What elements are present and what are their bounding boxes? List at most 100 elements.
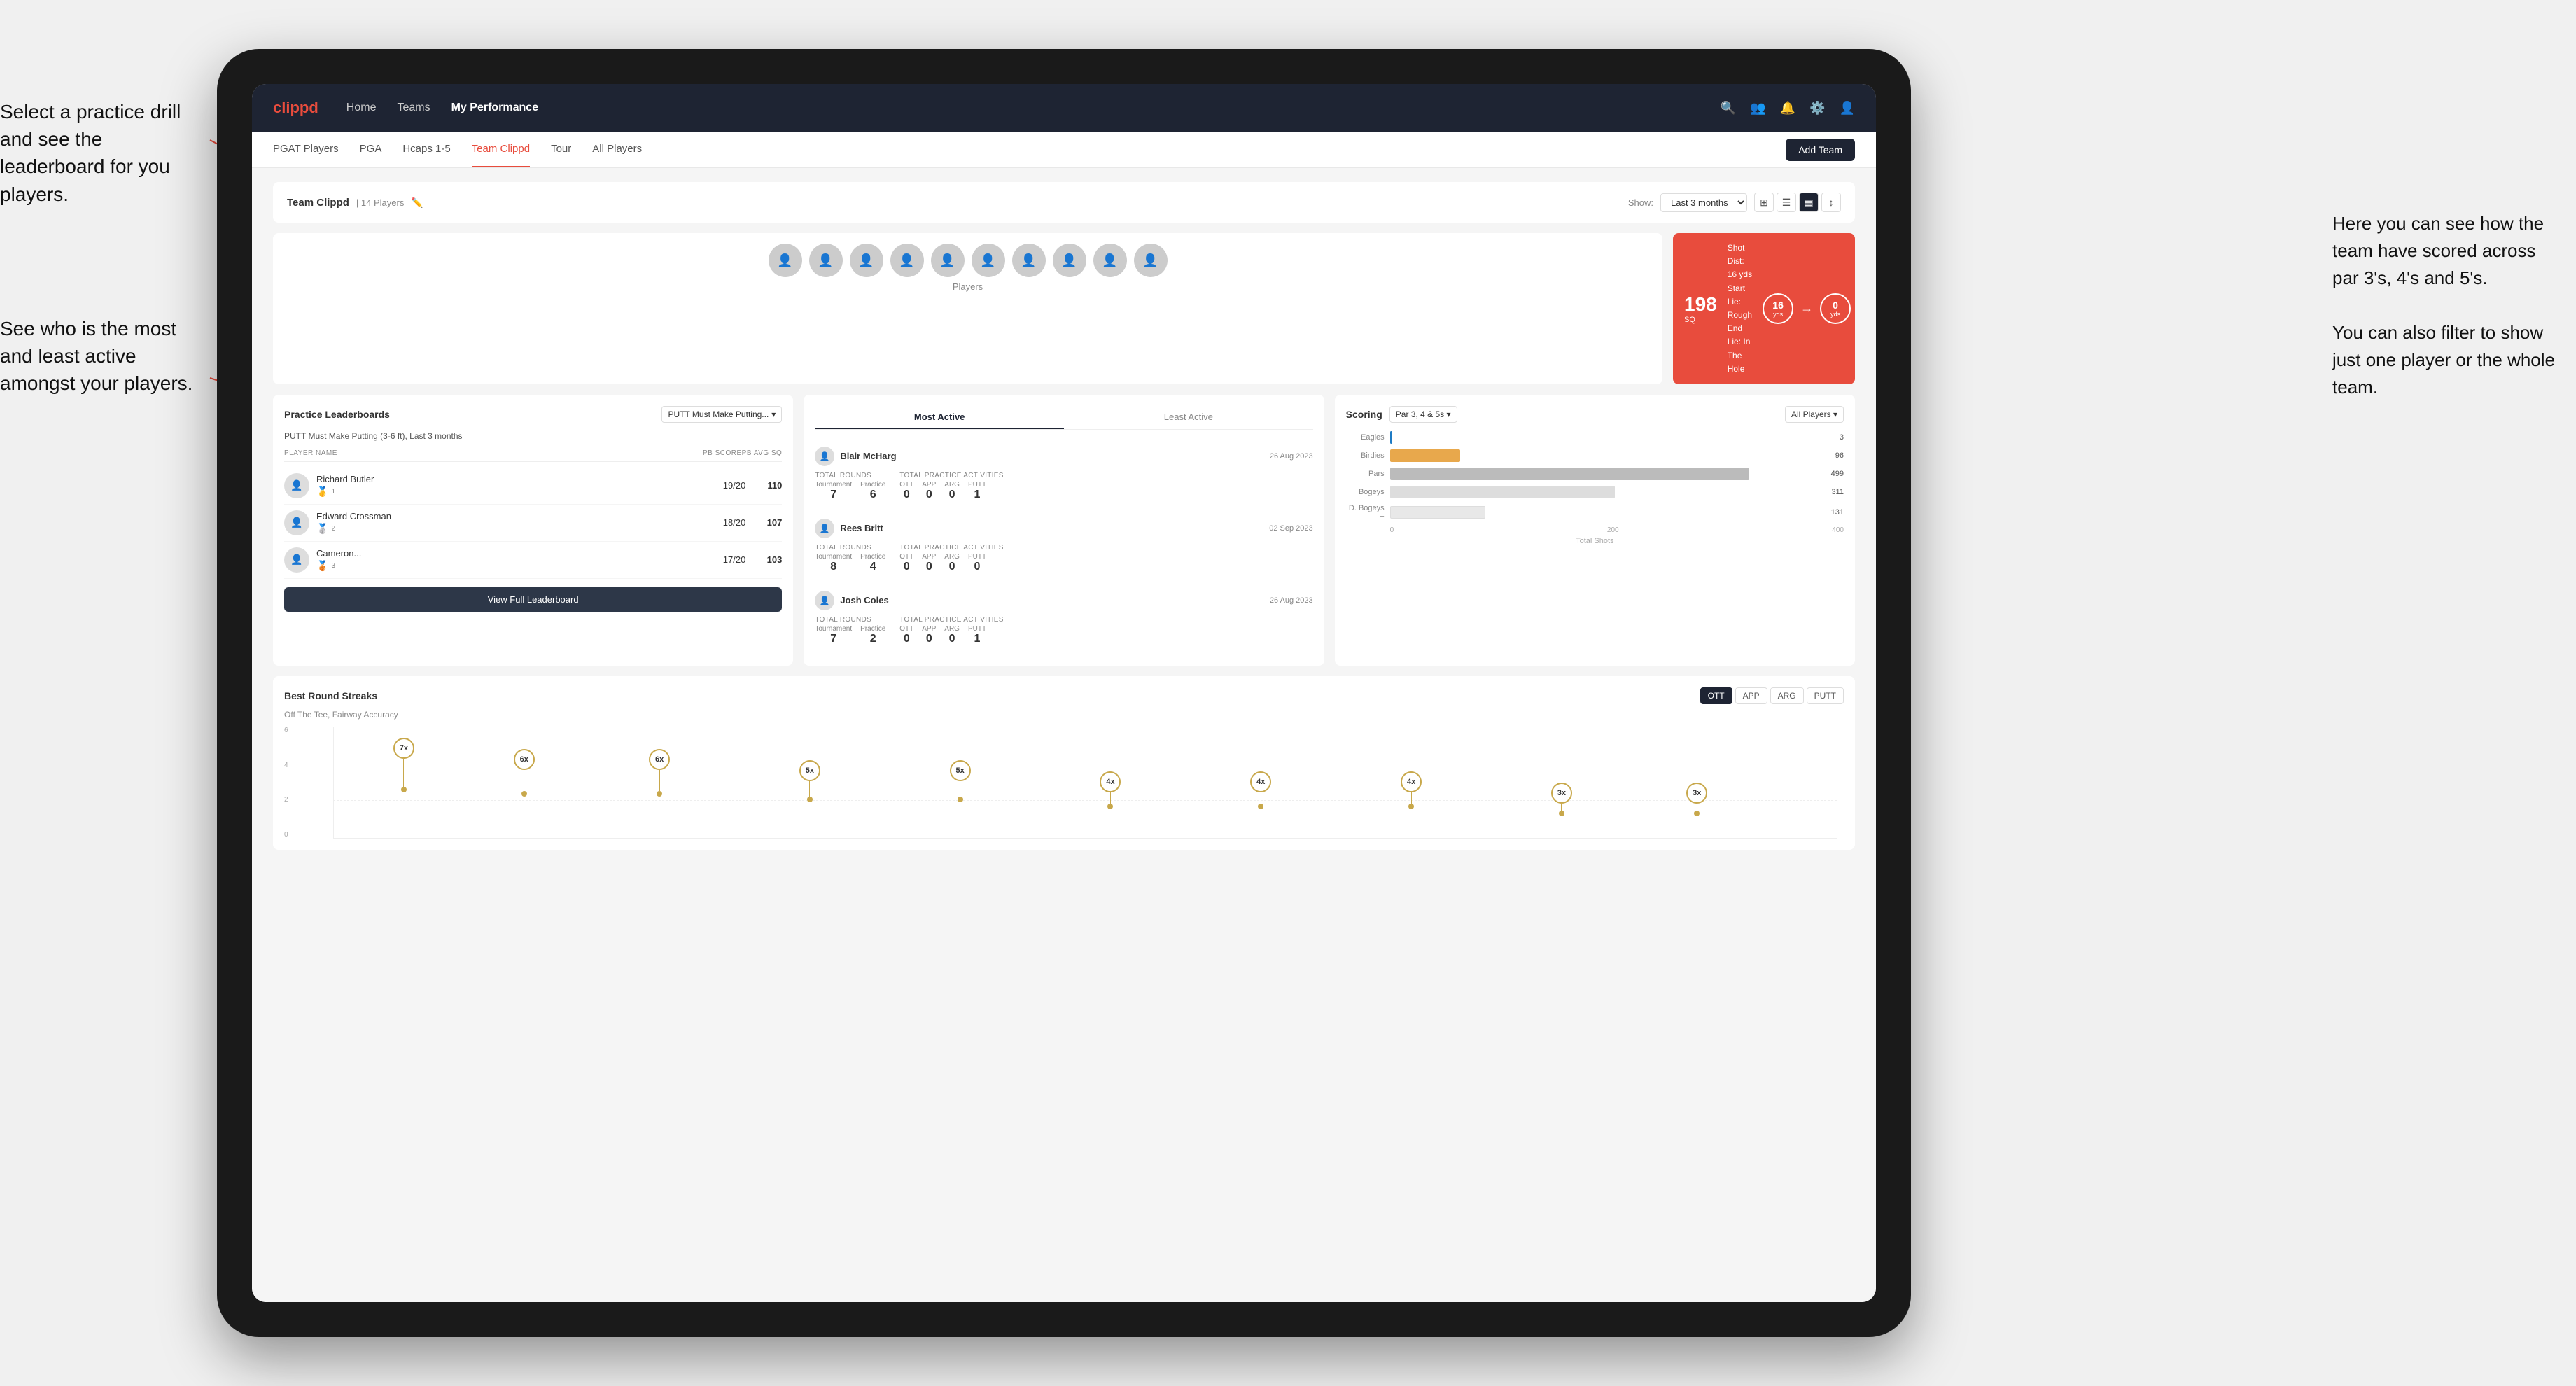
leaderboard-row-2: 👤 Edward Crossman 🥈 2 18/20 107 [284, 505, 782, 542]
team-count: | 14 Players [356, 197, 404, 208]
shot-sq-label: SQ [1684, 316, 1717, 324]
chart-row-dbogeys: D. Bogeys + 131 [1346, 504, 1844, 521]
activity-date-1: 26 Aug 2023 [1270, 452, 1313, 461]
player-avatar-5[interactable]: 👤 [931, 244, 965, 277]
scoring-player-filter[interactable]: All Players ▾ [1785, 406, 1844, 423]
bell-icon[interactable]: 🔔 [1780, 101, 1795, 115]
nav-my-performance[interactable]: My Performance [451, 102, 539, 114]
player-avatar-7[interactable]: 👤 [1012, 244, 1046, 277]
scoring-panel: Scoring Par 3, 4 & 5s ▾ All Players ▾ Ea… [1335, 395, 1855, 666]
bubble-6x-1: 6x [514, 749, 535, 797]
player-avg-1: 110 [761, 480, 782, 491]
list-view-icon[interactable]: ☰ [1777, 192, 1796, 212]
shot-number: 198 [1684, 293, 1717, 316]
view-icons: ⊞ ☰ ▦ ↕ [1754, 192, 1841, 212]
chart-x-axis: 0 200 400 [1346, 526, 1844, 534]
arg-filter-btn[interactable]: ARG [1770, 687, 1804, 704]
practice-activities-group-1: Total Practice Activities OTT 0 APP 0 [899, 472, 1003, 501]
player-badge-2: 🥈 2 [316, 523, 716, 535]
show-period-select[interactable]: Last 3 months Last 6 months Last year [1660, 193, 1747, 212]
player-avatar-9[interactable]: 👤 [1093, 244, 1127, 277]
app-filter-btn[interactable]: APP [1735, 687, 1768, 704]
activity-avatar-3: 👤 [815, 591, 834, 610]
subnav-hcaps[interactable]: Hcaps 1-5 [402, 132, 450, 167]
player-avg-2: 107 [761, 517, 782, 528]
player-avg-3: 103 [761, 554, 782, 565]
player-avatar-10[interactable]: 👤 [1134, 244, 1168, 277]
nav-teams[interactable]: Teams [397, 102, 430, 114]
activity-stats-2: Total Rounds Tournament 8 Practice 4 [815, 544, 1312, 573]
subnav-all-players[interactable]: All Players [592, 132, 642, 167]
bubble-6x-2: 6x [649, 749, 670, 797]
nav-icons: 🔍 👥 🔔 ⚙️ 👤 [1721, 101, 1855, 115]
player-avatar-6[interactable]: 👤 [972, 244, 1005, 277]
player-name-3: Cameron... [316, 548, 716, 559]
search-icon[interactable]: 🔍 [1721, 101, 1736, 115]
bogeys-bar [1390, 486, 1616, 498]
birdies-bar-container [1390, 449, 1827, 462]
birdies-bar [1390, 449, 1460, 462]
activity-player-1: 👤 Blair McHarg 26 Aug 2023 Total Rounds … [815, 438, 1312, 510]
streak-subtitle: Off The Tee, Fairway Accuracy [284, 710, 1844, 720]
nav-home[interactable]: Home [346, 102, 377, 114]
subnav-pgat[interactable]: PGAT Players [273, 132, 339, 167]
putt-filter-btn[interactable]: PUTT [1807, 687, 1844, 704]
grid-view-icon[interactable]: ⊞ [1754, 192, 1774, 212]
pars-bar-container [1390, 468, 1823, 480]
activity-name-3: Josh Coles [840, 595, 1264, 606]
least-active-tab[interactable]: Least Active [1064, 406, 1313, 429]
practice-activities-group-2: Total Practice Activities OTT 0 APP 0 [899, 544, 1003, 573]
leaderboard-header-row: Practice Leaderboards PUTT Must Make Put… [284, 406, 782, 423]
add-team-button[interactable]: Add Team [1786, 139, 1855, 161]
subnav-tour[interactable]: Tour [551, 132, 571, 167]
bubble-3x-2: 3x [1686, 783, 1707, 816]
scoring-par-filter[interactable]: Par 3, 4 & 5s ▾ [1390, 406, 1457, 423]
shot-circle-1: 16 yds [1763, 293, 1793, 324]
activity-player-3: 👤 Josh Coles 26 Aug 2023 Total Rounds To… [815, 582, 1312, 654]
total-shots-label: Total Shots [1346, 537, 1844, 545]
drill-select-dropdown[interactable]: PUTT Must Make Putting... ▾ [662, 406, 782, 423]
leaderboard-avatar-3: 👤 [284, 547, 309, 573]
navbar: clippd Home Teams My Performance 🔍 👥 🔔 ⚙… [252, 84, 1876, 132]
settings-icon[interactable]: ⚙️ [1809, 101, 1825, 115]
player-avatar-1[interactable]: 👤 [769, 244, 802, 277]
player-avatar-3[interactable]: 👤 [850, 244, 883, 277]
player-avatar-2[interactable]: 👤 [809, 244, 843, 277]
people-icon[interactable]: 👥 [1750, 101, 1765, 115]
edit-icon[interactable]: ✏️ [411, 197, 423, 209]
player-avatar-8[interactable]: 👤 [1053, 244, 1086, 277]
card-view-icon[interactable]: ▦ [1799, 192, 1819, 212]
birdies-label: Birdies [1346, 451, 1385, 460]
player-info-2: Edward Crossman 🥈 2 [316, 511, 716, 535]
dbogeys-bar-container [1390, 506, 1823, 519]
user-avatar[interactable]: 👤 [1840, 101, 1855, 115]
player-badge-1: 🥇 1 [316, 486, 716, 498]
leaderboard-avatar-2: 👤 [284, 510, 309, 536]
chart-row-bogeys: Bogeys 311 [1346, 486, 1844, 498]
bubble-3x-1: 3x [1551, 783, 1572, 816]
birdies-value: 96 [1835, 451, 1844, 460]
eagles-value: 3 [1840, 433, 1844, 442]
scoring-chart: Eagles 3 Birdies 96 [1346, 431, 1844, 545]
streaks-title: Best Round Streaks [284, 690, 377, 701]
subnav-team-clippd[interactable]: Team Clippd [472, 132, 530, 167]
view-leaderboard-button[interactable]: View Full Leaderboard [284, 587, 782, 612]
nav-links: Home Teams My Performance [346, 102, 1721, 114]
ott-filter-btn[interactable]: OTT [1700, 687, 1732, 704]
team-info: Team Clippd | 14 Players ✏️ [287, 197, 424, 209]
scoring-title: Scoring [1346, 409, 1382, 420]
annotation-top-left: Select a practice drill and see the lead… [0, 98, 210, 208]
activity-avatar-1: 👤 [815, 447, 834, 466]
player-info-1: Richard Butler 🥇 1 [316, 474, 716, 498]
most-active-tab[interactable]: Most Active [815, 406, 1064, 429]
streak-chart-area: 6 4 2 0 7x [333, 727, 1837, 839]
sort-icon[interactable]: ↕ [1821, 192, 1841, 212]
subnav-pga[interactable]: PGA [360, 132, 382, 167]
bogeys-value: 311 [1831, 488, 1844, 496]
player-avatar-4[interactable]: 👤 [890, 244, 924, 277]
scoring-header: Scoring Par 3, 4 & 5s ▾ All Players ▾ [1346, 406, 1844, 423]
dbogeys-bar [1390, 506, 1485, 519]
shot-info-card: 198 SQ Shot Dist: 16 yds Start Lie: Roug… [1673, 233, 1855, 384]
streaks-panel: Best Round Streaks OTT APP ARG PUTT Off … [273, 676, 1855, 850]
panels-grid: Practice Leaderboards PUTT Must Make Put… [273, 395, 1855, 666]
